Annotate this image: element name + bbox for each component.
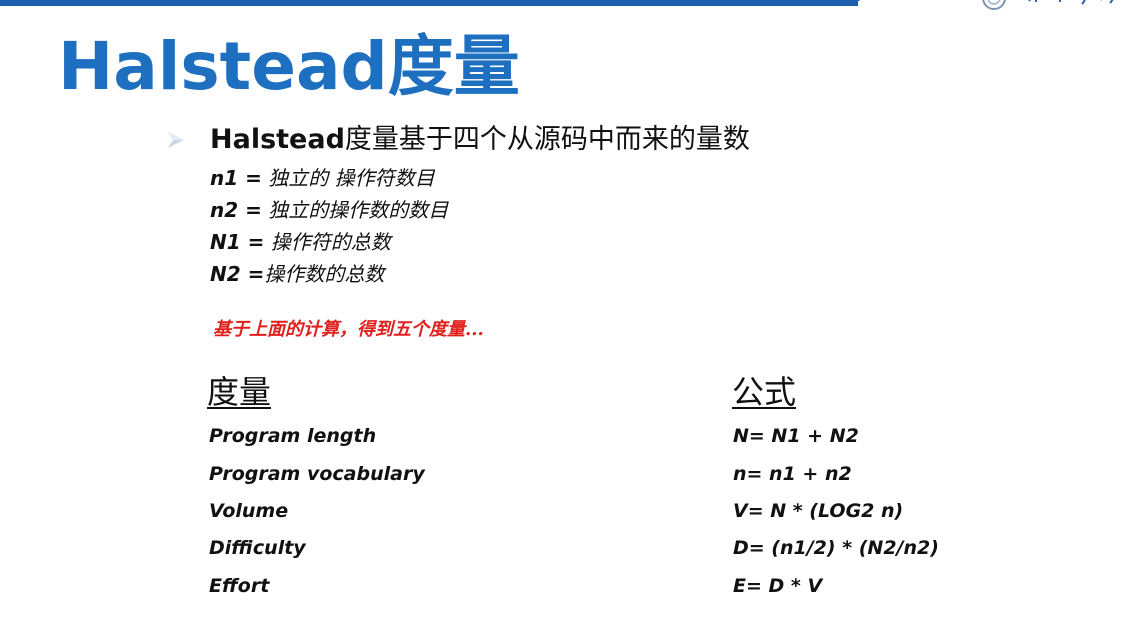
- slide-title: Halstead度量: [58, 28, 520, 105]
- definition-line: N1 = 操作符的总数: [210, 227, 391, 257]
- bullet-rest: 度量基于四个从源码中而来的量数: [344, 124, 750, 155]
- formula-column-header: 公式: [732, 373, 797, 411]
- metric-formula: E= D * V: [733, 575, 823, 597]
- metric-name: Effort: [209, 575, 270, 597]
- definition-line: n2 = 独立的操作数的数目: [210, 195, 448, 225]
- definition-desc: 独立的操作数的数目: [261, 198, 449, 222]
- university-logo: [978, 0, 1127, 10]
- metric-name: Program length: [209, 425, 377, 447]
- bullet-lead: Halstead: [210, 124, 345, 155]
- definition-line: N2 =操作数的总数: [210, 259, 384, 289]
- bullet-arrow-icon: [168, 132, 184, 148]
- metric-column-header: 度量: [207, 373, 272, 411]
- bullet-text: Halstead度量基于四个从源码中而来的量数: [210, 120, 750, 160]
- top-accent-bar: [0, 0, 858, 6]
- definition-desc: 操作符的总数: [264, 230, 391, 254]
- definition-var: N2 =: [210, 262, 265, 286]
- red-note: 基于上面的计算，得到五个度量...: [213, 319, 484, 340]
- metric-formula: N= N1 + N2: [733, 425, 859, 447]
- metric-name: Program vocabulary: [209, 463, 425, 485]
- definition-desc: 独立的 操作符数目: [261, 166, 435, 190]
- metric-formula: D= (n1/2) * (N2/n2): [733, 537, 939, 559]
- definition-desc: 操作数的总数: [264, 262, 385, 286]
- metric-name: Difficulty: [209, 537, 306, 559]
- definition-var: n2 =: [210, 198, 262, 222]
- metric-formula: V= N * (LOG2 n): [733, 500, 904, 522]
- definition-var: N1 =: [210, 230, 265, 254]
- definition-var: n1 =: [210, 166, 262, 190]
- metric-formula: n= n1 + n2: [733, 463, 852, 485]
- metric-name: Volume: [209, 500, 289, 522]
- top-accent-bar-tip: [852, 0, 860, 6]
- definition-line: n1 = 独立的 操作符数目: [210, 163, 435, 193]
